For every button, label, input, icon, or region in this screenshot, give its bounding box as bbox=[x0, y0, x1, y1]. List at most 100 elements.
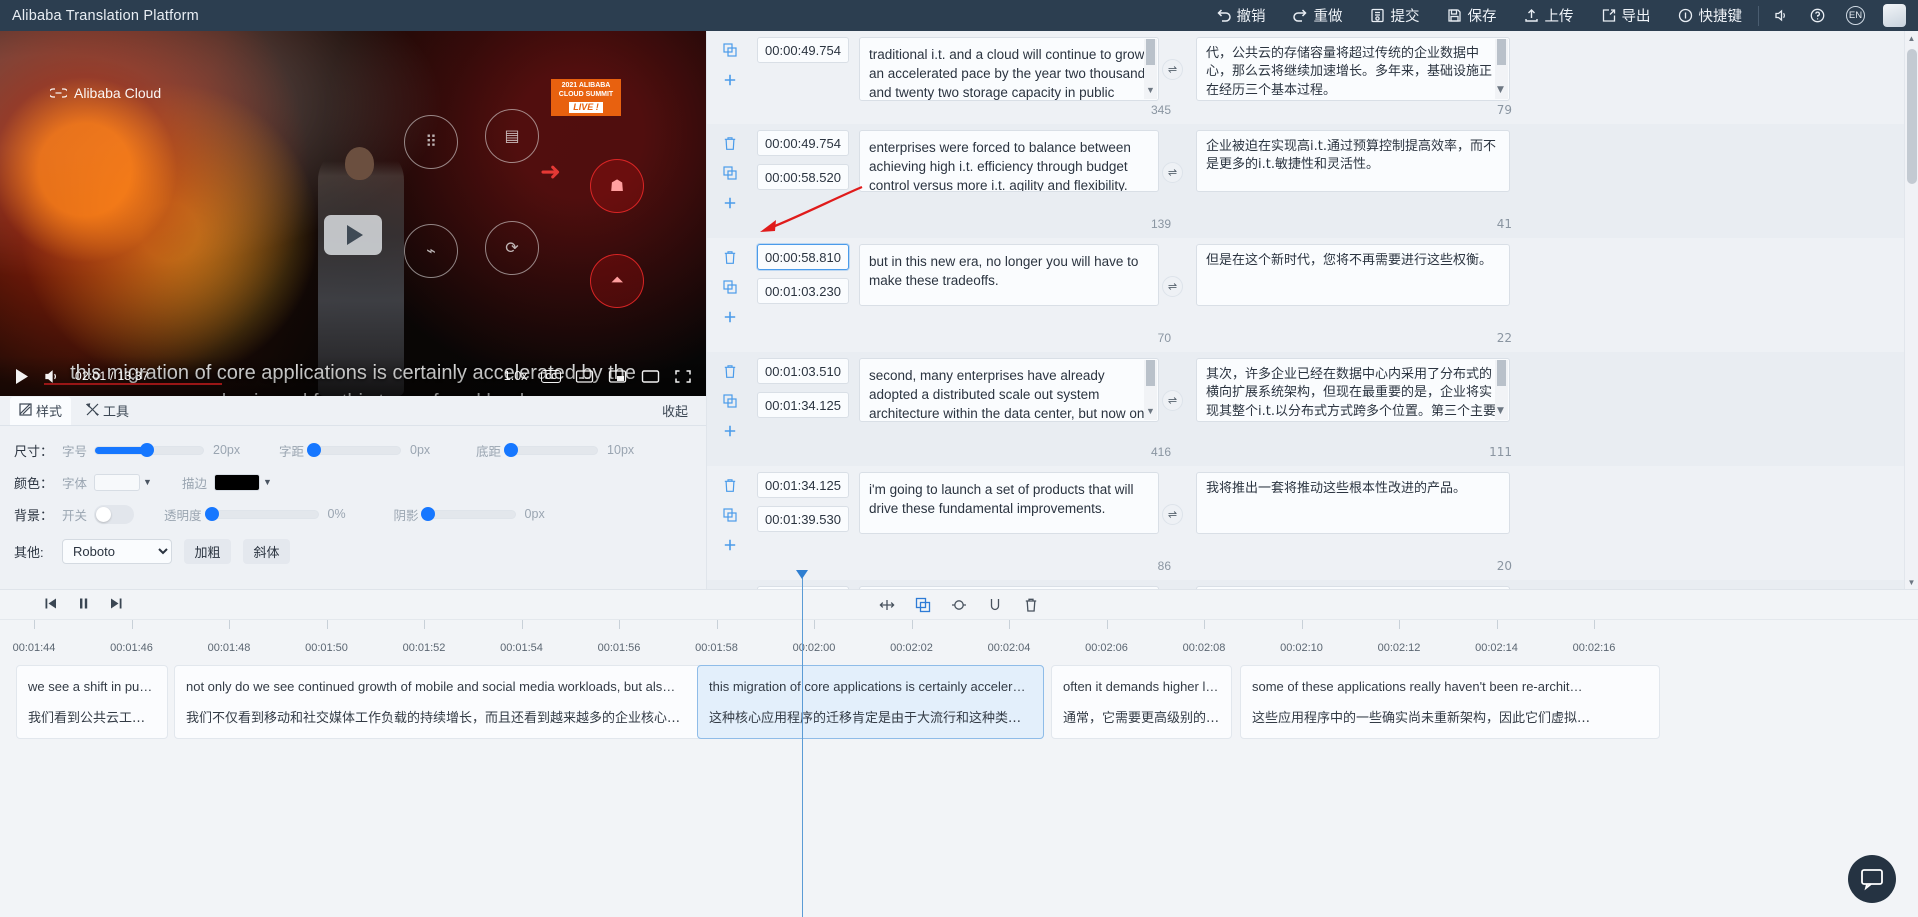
picture-in-picture-button[interactable] bbox=[608, 369, 627, 384]
keyboard-shortcuts-button[interactable]: 快捷键 bbox=[1664, 0, 1756, 31]
end-time-input[interactable]: 00:00:58.520 bbox=[757, 164, 849, 190]
tab-tools[interactable]: 工具 bbox=[77, 397, 138, 425]
target-text-cell[interactable]: 但是在这个新时代，您将不再需要进行这些权衡。 bbox=[1196, 244, 1510, 306]
bottom-margin-slider[interactable] bbox=[503, 443, 599, 457]
table-row[interactable]: 00:00:58.810 00:01:03.230 but in this ne… bbox=[707, 238, 1904, 329]
start-time-input[interactable]: 00:00:58.810 bbox=[757, 244, 849, 270]
merge-icon[interactable] bbox=[951, 597, 967, 613]
copy-icon[interactable] bbox=[915, 597, 931, 613]
submit-button[interactable]: 提交 bbox=[1356, 0, 1433, 31]
language-switch-button[interactable]: EN bbox=[1836, 0, 1875, 31]
start-time-input[interactable]: 00:01:34.125 bbox=[757, 472, 849, 498]
play-button[interactable] bbox=[14, 368, 29, 385]
redo-button[interactable]: 重做 bbox=[1279, 0, 1356, 31]
timeline-card[interactable]: this migration of core applications is c… bbox=[697, 665, 1044, 739]
swap-columns-button[interactable]: ⇌ bbox=[1162, 162, 1183, 183]
end-time-input[interactable]: 00:01:34.125 bbox=[757, 392, 849, 418]
move-icon[interactable] bbox=[879, 597, 895, 613]
duplicate-row-icon[interactable] bbox=[723, 280, 753, 299]
delete-row-icon[interactable] bbox=[723, 478, 753, 497]
end-time-input[interactable]: 00:00:49.754 bbox=[757, 37, 849, 63]
closed-captions-button[interactable]: CC bbox=[541, 369, 561, 383]
swap-columns-button[interactable]: ⇌ bbox=[1162, 276, 1183, 297]
volume-button[interactable] bbox=[43, 368, 61, 385]
font-family-select[interactable]: RobotoArialNoto Sans bbox=[62, 538, 172, 564]
duplicate-row-icon[interactable] bbox=[723, 508, 753, 527]
cell-scrollbar[interactable]: ▼ bbox=[1144, 39, 1157, 99]
scroll-thumb[interactable] bbox=[1907, 49, 1917, 184]
playback-speed-button[interactable]: 1.0x bbox=[504, 369, 528, 383]
timeline-card[interactable]: we see a shift in publi… 我们看到公共云工作负… bbox=[16, 665, 168, 739]
cell-scrollbar[interactable]: ▼ bbox=[1495, 39, 1508, 99]
swap-columns-button[interactable]: ⇌ bbox=[1162, 390, 1183, 411]
cell-scrollbar[interactable]: ▼ bbox=[1495, 360, 1508, 420]
target-text-cell[interactable]: 其次，许多企业已经在数据中心内采用了分布式的横向扩展系统架构，但现在最重要的是，… bbox=[1196, 358, 1510, 422]
sound-button[interactable] bbox=[1762, 0, 1799, 31]
add-row-icon[interactable] bbox=[723, 73, 753, 92]
end-time-input[interactable]: 00:01:03.230 bbox=[757, 278, 849, 304]
source-text-cell[interactable]: traditional i.t. and a cloud will contin… bbox=[859, 37, 1159, 101]
table-row[interactable]: 00:00:49.754 00:00:58.520 enterprises we… bbox=[707, 124, 1904, 215]
timeline-subtitle-cards[interactable]: we see a shift in publi… 我们看到公共云工作负…not … bbox=[0, 665, 1918, 741]
target-text-cell[interactable]: 代，公共云的存储容量将超过传统的企业数据中心，那么云将继续加速增长。多年来，基础… bbox=[1196, 37, 1510, 101]
collapse-panel-button[interactable]: 收起 bbox=[662, 401, 688, 425]
start-time-input[interactable]: 00:01:03.510 bbox=[757, 358, 849, 384]
export-button[interactable]: 导出 bbox=[1587, 0, 1664, 31]
italic-button[interactable]: 斜体 bbox=[243, 538, 290, 564]
swap-columns-button[interactable]: ⇌ bbox=[1162, 58, 1183, 80]
shadow-slider[interactable] bbox=[421, 507, 516, 521]
duplicate-row-icon[interactable] bbox=[723, 166, 753, 185]
delete-row-icon[interactable] bbox=[723, 364, 753, 383]
delete-icon[interactable] bbox=[1023, 597, 1039, 613]
target-text-cell[interactable]: 我将推出一套将推动这些根本性改进的产品。 bbox=[1196, 472, 1510, 534]
stroke-color-dropdown-icon[interactable]: ▼ bbox=[263, 477, 272, 487]
duplicate-row-icon[interactable] bbox=[723, 43, 753, 62]
timeline-card[interactable]: often it demands higher lev… 通常，它需要更高级别的… bbox=[1051, 665, 1232, 739]
source-text-cell[interactable]: enterprises were forced to balance betwe… bbox=[859, 130, 1159, 192]
subtitle-list-scrollbar[interactable]: ▲ ▼ bbox=[1904, 31, 1918, 589]
split-icon[interactable] bbox=[987, 597, 1003, 613]
cell-scrollbar[interactable]: ▼ bbox=[1144, 360, 1157, 420]
timeline-playhead[interactable] bbox=[796, 570, 808, 917]
stroke-color-swatch[interactable] bbox=[213, 473, 260, 491]
scroll-down-arrow[interactable]: ▼ bbox=[1905, 575, 1918, 589]
bold-button[interactable]: 加粗 bbox=[184, 538, 231, 564]
background-switch-toggle[interactable] bbox=[94, 504, 135, 524]
avatar[interactable] bbox=[1883, 4, 1906, 27]
scroll-up-arrow[interactable]: ▲ bbox=[1905, 31, 1918, 45]
delete-row-icon[interactable] bbox=[723, 250, 753, 269]
timeline-ruler[interactable]: 00:01:44 00:01:46 00:01:48 00:01:50 00:01:52… bbox=[0, 620, 1918, 662]
font-color-swatch[interactable] bbox=[94, 473, 141, 491]
add-row-icon[interactable] bbox=[723, 424, 753, 443]
video-player[interactable]: Alibaba Cloud ⠿ ▤ ⌁ ⟳ ☗ ⏶ 2021 ALIBABA C… bbox=[0, 31, 706, 396]
tab-style[interactable]: 样式 bbox=[10, 397, 72, 425]
add-row-icon[interactable] bbox=[723, 196, 753, 215]
opacity-slider[interactable] bbox=[204, 507, 319, 521]
add-row-icon[interactable] bbox=[723, 538, 753, 557]
target-text-cell[interactable]: 企业被迫在实现高i.t.通过预算控制提高效率，而不是更多的i.t.敏捷性和灵活性… bbox=[1196, 130, 1510, 192]
chat-support-button[interactable] bbox=[1848, 855, 1896, 903]
table-row[interactable]: 00:01:39.840 00:01:43.270 first, i would… bbox=[707, 580, 1904, 589]
source-text-cell[interactable]: second, many enterprises have already ad… bbox=[859, 358, 1159, 422]
undo-button[interactable]: 撤销 bbox=[1202, 0, 1279, 31]
table-row[interactable]: 00:01:34.125 00:01:39.530 i'm going to l… bbox=[707, 466, 1904, 557]
swap-columns-button[interactable]: ⇌ bbox=[1162, 504, 1183, 525]
pause-icon[interactable] bbox=[77, 597, 90, 613]
skip-end-icon[interactable] bbox=[110, 597, 123, 613]
source-text-cell[interactable]: i'm going to launch a set of products th… bbox=[859, 472, 1159, 534]
delete-row-icon[interactable] bbox=[723, 136, 753, 155]
letter-spacing-slider[interactable] bbox=[306, 443, 402, 457]
video-play-overlay-button[interactable] bbox=[324, 215, 382, 256]
fullscreen-button[interactable] bbox=[674, 369, 692, 384]
add-row-icon[interactable] bbox=[723, 310, 753, 329]
timeline-card[interactable]: some of these applications really haven'… bbox=[1240, 665, 1660, 739]
font-size-slider[interactable] bbox=[94, 443, 205, 457]
font-color-dropdown-icon[interactable]: ▼ bbox=[143, 477, 152, 487]
upload-button[interactable]: 上传 bbox=[1510, 0, 1587, 31]
subtitle-row-list[interactable]: 00:00:49.754 traditional i.t. and a clou… bbox=[707, 31, 1904, 589]
skip-start-icon[interactable] bbox=[44, 597, 57, 613]
save-button[interactable]: 保存 bbox=[1433, 0, 1510, 31]
help-button[interactable] bbox=[1799, 0, 1836, 31]
duplicate-row-icon[interactable] bbox=[723, 394, 753, 413]
theater-mode-button[interactable] bbox=[641, 369, 660, 384]
